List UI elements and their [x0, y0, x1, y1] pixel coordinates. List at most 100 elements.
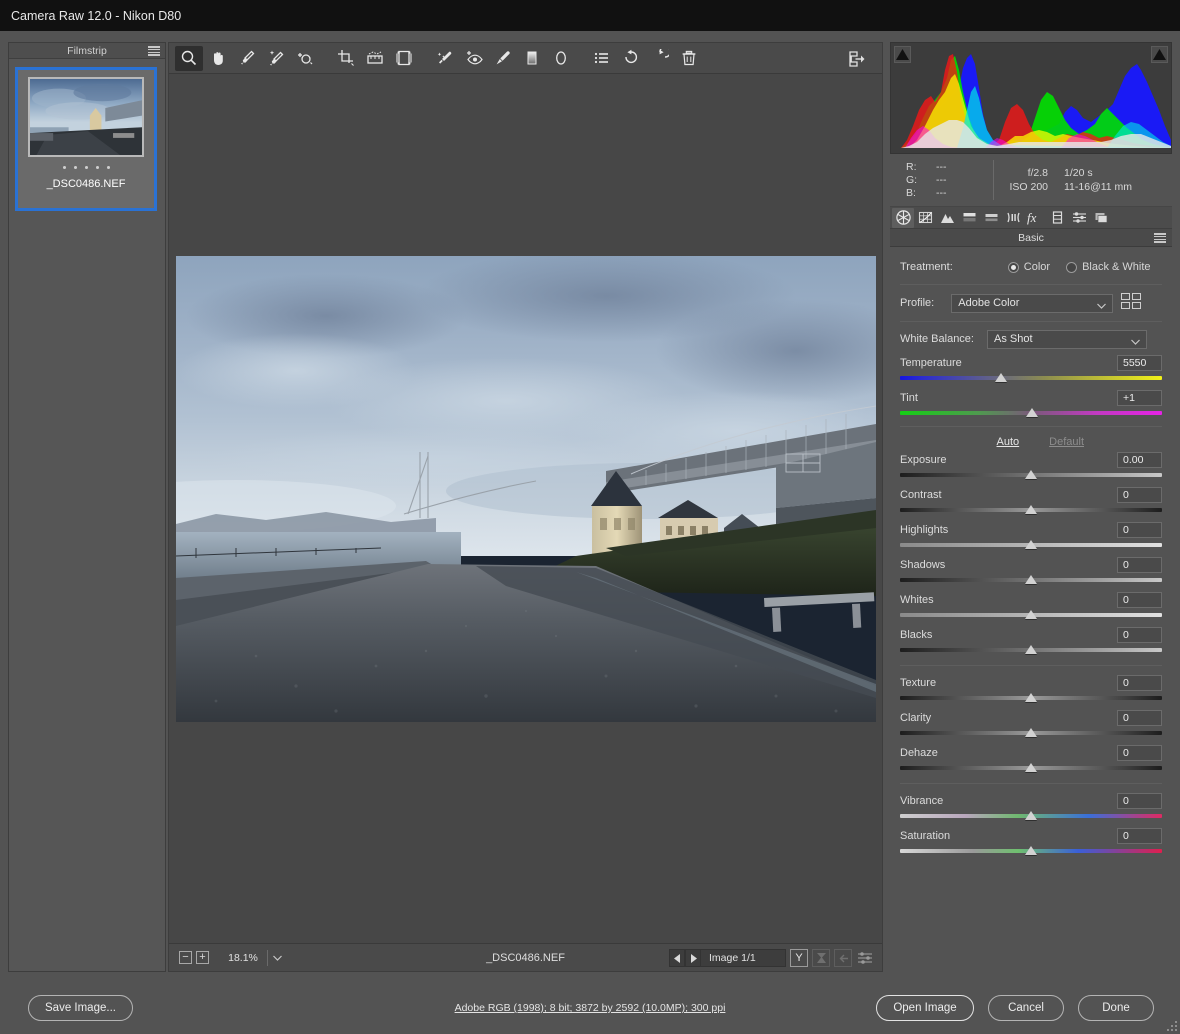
- slider-exposure-track[interactable]: [900, 470, 1162, 480]
- toggle-fullscreen-icon[interactable]: [843, 46, 871, 71]
- basic-panel-menu-icon[interactable]: [1154, 233, 1166, 243]
- slider-clarity-value[interactable]: 0: [1117, 709, 1162, 726]
- white-balance-tool[interactable]: [233, 46, 261, 71]
- slider-exposure-value[interactable]: 0.00: [1117, 451, 1162, 468]
- graduated-filter-tool[interactable]: [518, 46, 546, 71]
- slider-vibrance-handle[interactable]: [1025, 811, 1037, 820]
- slider-saturation-track[interactable]: [900, 846, 1162, 856]
- tab-lens-corrections[interactable]: [1002, 208, 1024, 228]
- slider-highlights-value[interactable]: 0: [1117, 521, 1162, 538]
- slider-texture-label: Texture: [900, 676, 937, 689]
- slider-texture-track[interactable]: [900, 693, 1162, 703]
- slider-shadows-value[interactable]: 0: [1117, 556, 1162, 573]
- zoom-out-button[interactable]: −: [179, 951, 192, 964]
- tab-tone-curve[interactable]: [914, 208, 936, 228]
- slider-contrast-track[interactable]: [900, 505, 1162, 515]
- profile-select[interactable]: Adobe Color: [951, 293, 1114, 313]
- slider-saturation-value[interactable]: 0: [1117, 827, 1162, 844]
- tab-basic[interactable]: [892, 207, 914, 228]
- presets-tool[interactable]: [588, 46, 616, 71]
- tab-detail[interactable]: [936, 208, 958, 228]
- slider-temperature-handle[interactable]: [994, 373, 1007, 382]
- rotate-clockwise-tool[interactable]: [646, 46, 674, 71]
- zoom-level-value[interactable]: 18.1%: [219, 952, 267, 964]
- tab-hsl-grayscale[interactable]: [958, 208, 980, 228]
- highlight-clipping-warning-icon[interactable]: [1151, 46, 1168, 63]
- slider-tint-value[interactable]: +1: [1117, 389, 1162, 406]
- radial-filter-tool[interactable]: [547, 46, 575, 71]
- delete-tool[interactable]: [675, 46, 703, 71]
- filmstrip-thumbnail-item[interactable]: _DSC0486.NEF: [15, 67, 157, 211]
- crop-tool[interactable]: [332, 46, 360, 71]
- slider-highlights-handle[interactable]: [1025, 540, 1037, 549]
- slider-temperature-track[interactable]: [900, 373, 1162, 383]
- color-sampler-tool[interactable]: [262, 46, 290, 71]
- slider-vibrance-track[interactable]: [900, 811, 1162, 821]
- tab-snapshots[interactable]: [1090, 208, 1112, 228]
- next-image-button[interactable]: [685, 949, 701, 967]
- tab-effects[interactable]: fx: [1024, 208, 1046, 228]
- slider-blacks-value[interactable]: 0: [1117, 626, 1162, 643]
- white-balance-select[interactable]: As Shot: [986, 329, 1147, 349]
- rotate-counterclockwise-tool[interactable]: [617, 46, 645, 71]
- exif-readout: f/2.8 1/20 s ISO 200 11-16@11 mm: [994, 167, 1172, 193]
- slider-dehaze-value[interactable]: 0: [1117, 744, 1162, 761]
- slider-tint-track[interactable]: [900, 408, 1162, 418]
- slider-dehaze-track[interactable]: [900, 763, 1162, 773]
- histogram[interactable]: [890, 42, 1172, 154]
- before-after-view-icon[interactable]: Y: [790, 949, 808, 967]
- slider-contrast-value[interactable]: 0: [1117, 486, 1162, 503]
- swap-before-after-icon[interactable]: [812, 949, 830, 967]
- done-button[interactable]: Done: [1078, 995, 1154, 1021]
- slider-texture-handle[interactable]: [1025, 693, 1037, 702]
- default-link[interactable]: Default: [1049, 436, 1084, 448]
- targeted-adjustment-tool[interactable]: [291, 46, 319, 71]
- copy-settings-icon[interactable]: [834, 949, 852, 967]
- slider-shadows-track[interactable]: [900, 575, 1162, 585]
- slider-whites-track[interactable]: [900, 610, 1162, 620]
- slider-blacks-handle[interactable]: [1025, 645, 1037, 654]
- straighten-tool[interactable]: [361, 46, 389, 71]
- treatment-option-bw[interactable]: Black & White: [1066, 261, 1151, 273]
- slider-contrast-handle[interactable]: [1025, 505, 1037, 514]
- slider-exposure-handle[interactable]: [1025, 470, 1037, 479]
- slider-whites-value[interactable]: 0: [1117, 591, 1162, 608]
- spot-removal-tool[interactable]: [431, 46, 459, 71]
- tab-split-toning[interactable]: [980, 208, 1002, 228]
- slider-texture-value[interactable]: 0: [1117, 674, 1162, 691]
- previous-image-button[interactable]: [669, 949, 685, 967]
- preview-preferences-icon[interactable]: [856, 949, 874, 967]
- auto-link[interactable]: Auto: [997, 436, 1020, 448]
- image-canvas[interactable]: [169, 74, 882, 943]
- zoom-in-button[interactable]: +: [196, 951, 209, 964]
- red-eye-removal-tool[interactable]: [460, 46, 488, 71]
- slider-highlights-track[interactable]: [900, 540, 1162, 550]
- treatment-option-color[interactable]: Color: [1007, 261, 1050, 273]
- slider-whites-handle[interactable]: [1025, 610, 1037, 619]
- zoom-level-dropdown[interactable]: [267, 949, 287, 966]
- cancel-button[interactable]: Cancel: [988, 995, 1064, 1021]
- tab-calibration[interactable]: [1046, 208, 1068, 228]
- tab-presets[interactable]: [1068, 208, 1090, 228]
- adjustment-brush-tool[interactable]: [489, 46, 517, 71]
- thumbnail-rating-dots[interactable]: [62, 166, 110, 169]
- slider-blacks-track[interactable]: [900, 645, 1162, 655]
- zoom-tool[interactable]: [175, 45, 203, 71]
- slider-saturation-handle[interactable]: [1025, 846, 1037, 855]
- shadow-clipping-warning-icon[interactable]: [894, 46, 911, 63]
- hand-tool[interactable]: [204, 46, 232, 71]
- filmstrip-menu-icon[interactable]: [148, 46, 160, 56]
- open-image-button[interactable]: Open Image: [876, 995, 974, 1021]
- slider-temperature-value[interactable]: 5550: [1117, 354, 1162, 371]
- profile-browser-icon[interactable]: [1121, 293, 1143, 313]
- slider-clarity-handle[interactable]: [1025, 728, 1037, 737]
- slider-vibrance-value[interactable]: 0: [1117, 792, 1162, 809]
- window-resize-grip[interactable]: [1167, 1021, 1177, 1031]
- slider-shadows-handle[interactable]: [1025, 575, 1037, 584]
- slider-dehaze-handle[interactable]: [1025, 763, 1037, 772]
- slider-clarity-track[interactable]: [900, 728, 1162, 738]
- transform-tool[interactable]: [390, 46, 418, 71]
- exif-lens: 11-16@11 mm: [1064, 181, 1133, 193]
- slider-tint-handle[interactable]: [1026, 408, 1039, 417]
- profile-row: Profile: Adobe Color: [900, 287, 1162, 319]
